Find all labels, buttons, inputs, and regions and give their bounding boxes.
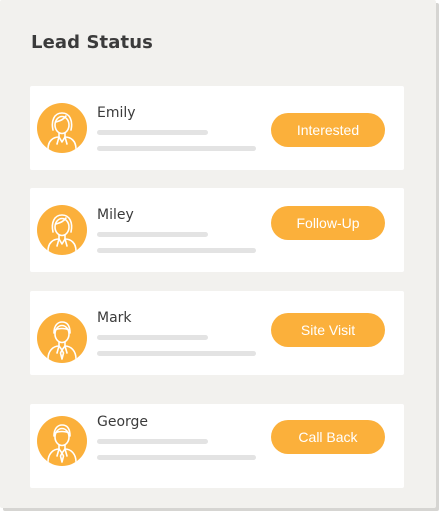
female-user-icon <box>37 103 87 153</box>
placeholder-line <box>97 146 256 151</box>
status-button-interested[interactable]: Interested <box>271 113 385 147</box>
placeholder-line <box>97 351 256 356</box>
status-button-site-visit[interactable]: Site Visit <box>271 313 385 347</box>
lead-card-george: George Call Back <box>30 404 404 488</box>
lead-name: Mark <box>97 310 132 326</box>
lead-name: Emily <box>97 105 136 121</box>
placeholder-line <box>97 335 208 340</box>
female-user-icon <box>37 205 87 255</box>
status-button-call-back[interactable]: Call Back <box>271 420 385 454</box>
male-user-icon <box>37 313 87 363</box>
placeholder-line <box>97 439 208 444</box>
placeholder-line <box>97 248 256 253</box>
placeholder-line <box>97 455 256 460</box>
placeholder-line <box>97 130 208 135</box>
lead-card-emily: Emily Interested <box>30 86 404 170</box>
placeholder-line <box>97 232 208 237</box>
lead-card-mark: Mark Site Visit <box>30 291 404 375</box>
panel-title: Lead Status <box>31 32 153 53</box>
lead-name: George <box>97 414 149 430</box>
male-user-icon <box>37 416 87 466</box>
lead-name: Miley <box>97 207 134 223</box>
status-button-follow-up[interactable]: Follow-Up <box>271 206 385 240</box>
lead-status-panel: Lead Status Emily Interested Miley Follo… <box>0 0 436 508</box>
lead-card-miley: Miley Follow-Up <box>30 188 404 272</box>
